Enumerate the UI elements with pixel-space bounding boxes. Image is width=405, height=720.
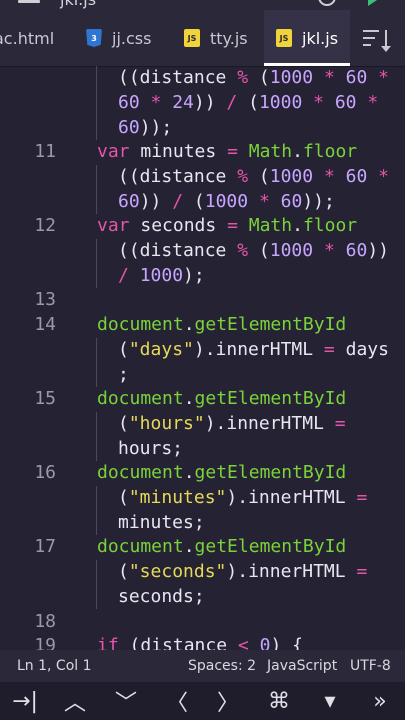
language-mode[interactable]: JavaScript xyxy=(267,658,337,674)
indent-guide xyxy=(96,412,97,461)
tab-label: jkl.js xyxy=(302,28,339,48)
indent-guide xyxy=(96,239,97,288)
line-number: 12 xyxy=(34,215,56,236)
code-line: 60 * 24)) / (1000 * 60 * xyxy=(118,92,379,113)
indentation-setting[interactable]: Spaces: 2 xyxy=(188,658,256,674)
arrow-right-key[interactable]: 〉 xyxy=(203,682,253,720)
arrow-up-key[interactable]: ︿ xyxy=(50,682,100,720)
indent-guide xyxy=(96,486,97,535)
indent-guide xyxy=(96,560,97,609)
run-icon[interactable] xyxy=(368,0,377,6)
tab-jkl-js[interactable]: JS jkl.js xyxy=(264,10,350,66)
code-line: ((distance % (1000 * 60 * xyxy=(118,67,390,88)
line-number: 19 xyxy=(34,635,56,650)
indent-guide xyxy=(96,338,97,387)
code-editor[interactable]: 11 12 13 14 15 16 17 18 19 ((distance % … xyxy=(0,66,405,650)
indent-guide xyxy=(96,165,97,214)
tab-label: tty.js xyxy=(210,28,248,48)
code-line: 60)); xyxy=(118,117,173,138)
file-title: jkl.js xyxy=(60,0,96,9)
tab-label: ac.html xyxy=(0,28,55,48)
encoding[interactable]: UTF-8 xyxy=(350,658,391,674)
css-file-icon: 3 xyxy=(86,29,102,47)
code-line: document.getElementById xyxy=(97,388,347,409)
code-line: hours; xyxy=(118,438,184,459)
line-number: 15 xyxy=(34,388,56,409)
js-file-icon: JS xyxy=(276,29,292,47)
code-line: if (distance < 0) { xyxy=(97,635,303,650)
arrow-left-key[interactable]: 〈 xyxy=(152,682,202,720)
code-line: document.getElementById xyxy=(97,314,347,335)
dropdown-key[interactable]: ▾ xyxy=(305,682,355,720)
app-bar: jkl.js xyxy=(0,0,405,10)
code-line: / 1000); xyxy=(118,265,205,286)
js-file-icon: JS xyxy=(184,29,200,47)
menu-icon[interactable] xyxy=(18,0,40,8)
line-number: 16 xyxy=(34,462,56,483)
line-number: 11 xyxy=(34,141,56,162)
tab-ac-html[interactable]: ac.html xyxy=(0,10,66,66)
command-key[interactable]: ⌘ xyxy=(254,682,304,720)
line-number: 14 xyxy=(34,314,56,335)
tab-tty-js[interactable]: JS tty.js xyxy=(184,10,264,66)
code-line: ("days").innerHTML = days xyxy=(118,339,389,360)
code-line: 60)) / (1000 * 60)); xyxy=(118,191,335,212)
code-line: ("hours").innerHTML = xyxy=(118,413,346,434)
tab-label: jj.css xyxy=(112,28,152,48)
code-line: ("minutes").innerHTML = xyxy=(118,487,368,508)
sort-icon[interactable] xyxy=(363,30,391,52)
cursor-position[interactable]: Ln 1, Col 1 xyxy=(17,658,92,674)
code-line: seconds; xyxy=(118,586,205,607)
search-icon[interactable] xyxy=(318,0,336,6)
tab-key[interactable]: →| xyxy=(0,682,50,720)
code-line: ; xyxy=(118,364,129,385)
code-line: minutes; xyxy=(118,512,205,533)
more-keys[interactable]: » xyxy=(355,682,405,720)
code-line: ((distance % (1000 * 60 * xyxy=(118,166,390,187)
line-number: 17 xyxy=(34,536,56,557)
arrow-down-key[interactable]: ﹀ xyxy=(101,682,151,720)
code-line: ("seconds").innerHTML = xyxy=(118,561,368,582)
indent-guide xyxy=(96,66,97,140)
status-bar: Ln 1, Col 1 Spaces: 2 JavaScript UTF-8 xyxy=(0,650,405,682)
extra-keys-bar: →| ︿ ﹀ 〈 〉 ⌘ ▾ » xyxy=(0,682,405,720)
tab-bar: ac.html 3 jj.css JS tty.js JS jkl.js xyxy=(0,10,405,67)
line-number: 18 xyxy=(34,611,56,632)
code-line: ((distance % (1000 * 60)) xyxy=(118,240,390,261)
code-line: var minutes = Math.floor xyxy=(97,141,358,162)
code-line: var seconds = Math.floor xyxy=(97,215,358,236)
line-number: 13 xyxy=(34,289,56,310)
code-line: document.getElementById xyxy=(97,462,347,483)
code-line: document.getElementById xyxy=(97,536,347,557)
tab-jj-css[interactable]: 3 jj.css xyxy=(86,10,176,66)
